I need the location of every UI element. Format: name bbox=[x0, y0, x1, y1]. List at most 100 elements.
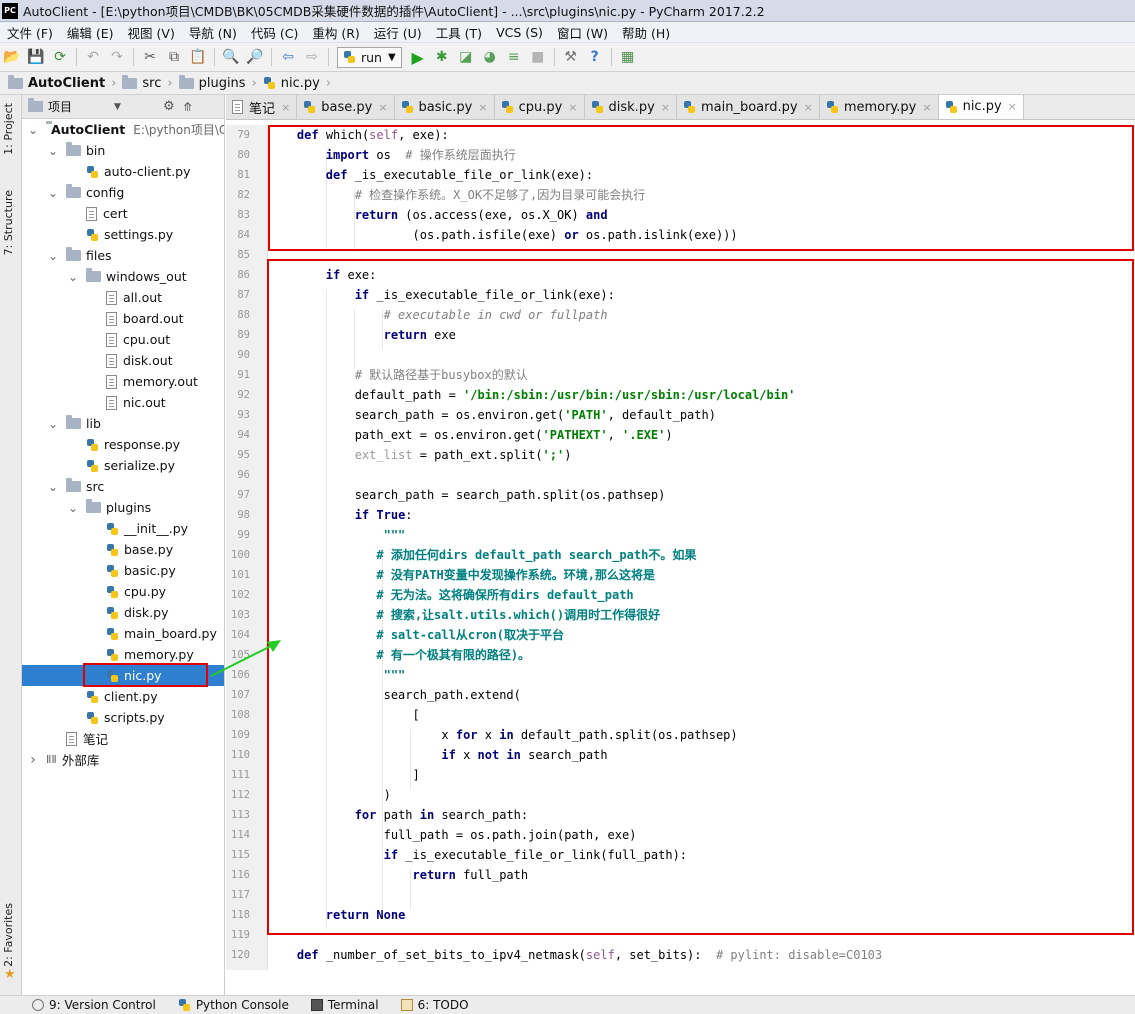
editor-tab-base-py[interactable]: base.py × bbox=[297, 95, 395, 119]
tree-item-disk-py[interactable]: disk.py bbox=[22, 602, 224, 623]
tree-item-cpu-py[interactable]: cpu.py bbox=[22, 581, 224, 602]
paste-icon[interactable]: 📋 bbox=[187, 46, 209, 68]
menu-file[interactable]: 文件 (F) bbox=[0, 23, 60, 42]
editor-tab-disk-py[interactable]: disk.py × bbox=[584, 95, 677, 119]
tree-item-init-py[interactable]: __init__.py bbox=[22, 518, 224, 539]
tree-item-cert[interactable]: cert bbox=[22, 203, 224, 224]
tree-item-[interactable]: 笔记 bbox=[22, 728, 224, 749]
version-control-button[interactable]: 9: Version Control bbox=[32, 998, 156, 1012]
chevron-down-icon[interactable]: ⌄ bbox=[48, 480, 58, 494]
tree-item-board-out[interactable]: board.out bbox=[22, 308, 224, 329]
menu-help[interactable]: 帮助 (H) bbox=[615, 23, 677, 42]
breadcrumb-item-nic[interactable]: nic.py bbox=[263, 76, 320, 91]
run-coverage-icon[interactable]: ◪ bbox=[455, 46, 477, 68]
todo-button[interactable]: 6: TODO bbox=[400, 998, 469, 1012]
close-icon[interactable]: × bbox=[281, 101, 290, 114]
tree-item-memory-out[interactable]: memory.out bbox=[22, 371, 224, 392]
menu-run[interactable]: 运行 (U) bbox=[367, 23, 429, 42]
tree-item-base-py[interactable]: base.py bbox=[22, 539, 224, 560]
menu-vcs[interactable]: VCS (S) bbox=[489, 25, 550, 40]
tree-item-scripts-py[interactable]: scripts.py bbox=[22, 707, 224, 728]
close-icon[interactable]: × bbox=[378, 101, 387, 114]
terminal-button[interactable]: Terminal bbox=[310, 998, 379, 1012]
python-console-button[interactable]: Python Console bbox=[178, 998, 289, 1012]
tree-item-nic-out[interactable]: nic.out bbox=[22, 392, 224, 413]
editor-tab-basic-py[interactable]: basic.py × bbox=[394, 95, 495, 119]
open-folder-icon[interactable]: 📂 bbox=[1, 46, 23, 68]
run-icon[interactable]: ▶ bbox=[407, 46, 429, 68]
close-icon[interactable]: × bbox=[1008, 100, 1017, 113]
tree-item-cpu-out[interactable]: cpu.out bbox=[22, 329, 224, 350]
debug-icon[interactable]: ✱ bbox=[431, 46, 453, 68]
chevron-down-icon[interactable]: ⌄ bbox=[48, 186, 58, 200]
find-icon[interactable]: 🔍 bbox=[220, 46, 242, 68]
menu-tools[interactable]: 工具 (T) bbox=[429, 23, 489, 42]
chevron-down-icon[interactable]: ⌄ bbox=[48, 144, 58, 158]
tree-item-files[interactable]: ⌄ files bbox=[22, 245, 224, 266]
copy-icon[interactable]: ⧉ bbox=[163, 46, 185, 68]
python-console-icon[interactable]: ▦ bbox=[617, 46, 639, 68]
tree-item-windows-out[interactable]: ⌄ windows_out bbox=[22, 266, 224, 287]
save-icon[interactable]: 💾 bbox=[25, 46, 47, 68]
menu-view[interactable]: 视图 (V) bbox=[121, 23, 182, 42]
tree-item-src[interactable]: ⌄ src bbox=[22, 476, 224, 497]
editor-tab-notes[interactable]: 笔记 × bbox=[226, 95, 298, 119]
tree-item-bin[interactable]: ⌄ bin bbox=[22, 140, 224, 161]
menu-window[interactable]: 窗口 (W) bbox=[550, 23, 615, 42]
menu-code[interactable]: 代码 (C) bbox=[244, 23, 305, 42]
forward-icon[interactable]: ⇨ bbox=[301, 46, 323, 68]
tree-item-plugins[interactable]: ⌄ plugins bbox=[22, 497, 224, 518]
chevron-down-icon[interactable]: ⌄ bbox=[48, 417, 58, 431]
concurrency-icon[interactable]: ≡ bbox=[503, 46, 525, 68]
stop-icon[interactable]: ■ bbox=[527, 46, 549, 68]
help-icon[interactable]: ? bbox=[584, 46, 606, 68]
tree-item-auto-client-py[interactable]: auto-client.py bbox=[22, 161, 224, 182]
editor-tab-nic-py[interactable]: nic.py × bbox=[938, 95, 1024, 119]
replace-icon[interactable]: 🔎 bbox=[244, 46, 266, 68]
redo-icon[interactable]: ↷ bbox=[106, 46, 128, 68]
chevron-down-icon[interactable]: ▼ bbox=[114, 102, 121, 112]
collapse-icon[interactable]: ⤊ bbox=[183, 100, 193, 114]
tree-item-all-out[interactable]: all.out bbox=[22, 287, 224, 308]
menu-refactor[interactable]: 重构 (R) bbox=[305, 23, 366, 42]
chevron-down-icon[interactable]: ⌄ bbox=[48, 249, 58, 263]
tree-item-serialize-py[interactable]: serialize.py bbox=[22, 455, 224, 476]
tree-item-response-py[interactable]: response.py bbox=[22, 434, 224, 455]
close-icon[interactable]: × bbox=[922, 101, 931, 114]
close-icon[interactable]: × bbox=[661, 101, 670, 114]
tree-item-[interactable]: › ⅡⅡ 外部库 bbox=[22, 749, 224, 770]
editor-tab-memory-py[interactable]: memory.py × bbox=[819, 95, 939, 119]
breadcrumb-item-src[interactable]: src bbox=[122, 74, 161, 91]
run-configuration-select[interactable]: run ▼ bbox=[337, 46, 402, 68]
editor-tab-main-board-py[interactable]: main_board.py × bbox=[676, 95, 820, 119]
chevron-right-icon[interactable]: › bbox=[28, 752, 38, 768]
menu-edit[interactable]: 编辑 (E) bbox=[60, 23, 121, 42]
settings-icon[interactable]: ⚒ bbox=[560, 46, 582, 68]
close-icon[interactable]: × bbox=[804, 101, 813, 114]
tree-item-settings-py[interactable]: settings.py bbox=[22, 224, 224, 245]
tree-item-client-py[interactable]: client.py bbox=[22, 686, 224, 707]
tree-item-memory-py[interactable]: memory.py bbox=[22, 644, 224, 665]
chevron-down-icon[interactable]: ⌄ bbox=[68, 501, 78, 515]
undo-icon[interactable]: ↶ bbox=[82, 46, 104, 68]
cut-icon[interactable]: ✂ bbox=[139, 46, 161, 68]
breadcrumb-item-autoclient[interactable]: AutoClient bbox=[8, 74, 105, 91]
tree-item-basic-py[interactable]: basic.py bbox=[22, 560, 224, 581]
chevron-down-icon[interactable]: ⌄ bbox=[28, 123, 38, 137]
editor-tab-cpu-py[interactable]: cpu.py × bbox=[494, 95, 585, 119]
sync-icon[interactable]: ⟳ bbox=[49, 46, 71, 68]
chevron-down-icon[interactable]: ⌄ bbox=[68, 270, 78, 284]
tree-item-disk-out[interactable]: disk.out bbox=[22, 350, 224, 371]
tree-item-main-board-py[interactable]: main_board.py bbox=[22, 623, 224, 644]
tab-favorites-tool[interactable]: 2: Favorites bbox=[2, 903, 15, 967]
close-icon[interactable]: × bbox=[568, 101, 577, 114]
tab-structure-tool[interactable]: 7: Structure bbox=[2, 190, 15, 255]
star-icon[interactable]: ★ bbox=[4, 967, 16, 982]
tab-project-tool[interactable]: 1: Project bbox=[2, 103, 15, 155]
close-icon[interactable]: × bbox=[478, 101, 487, 114]
breadcrumb-item-plugins[interactable]: plugins bbox=[178, 74, 246, 91]
tree-item-config[interactable]: ⌄ config bbox=[22, 182, 224, 203]
project-view-select[interactable]: 项目 bbox=[48, 98, 72, 115]
gear-icon[interactable]: ⚙ bbox=[163, 99, 175, 114]
menu-navigate[interactable]: 导航 (N) bbox=[182, 23, 244, 42]
